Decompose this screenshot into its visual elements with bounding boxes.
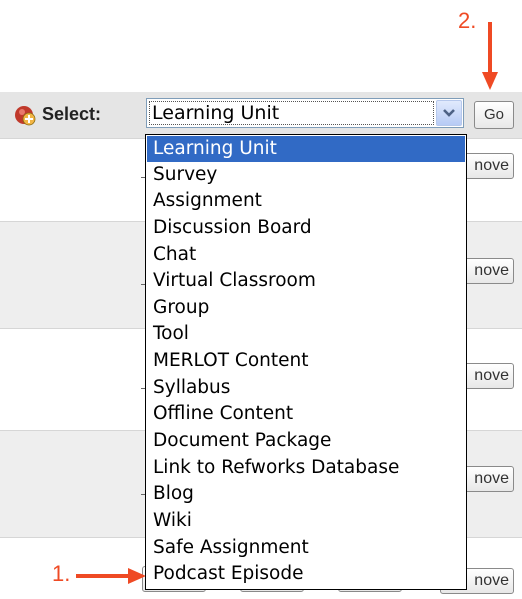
option-virtual-classroom[interactable]: Virtual Classroom	[147, 268, 465, 294]
option-offline-content[interactable]: Offline Content	[147, 401, 465, 427]
option-safe-assignment[interactable]: Safe Assignment	[147, 535, 465, 561]
select-dropdown-button[interactable]	[436, 100, 462, 126]
option-link-to-refworks-database[interactable]: Link to Refworks Database	[147, 455, 465, 481]
annotation-step-1-label: 1.	[52, 561, 71, 586]
option-syllabus[interactable]: Syllabus	[147, 375, 465, 401]
remove-button-label: nove	[474, 470, 509, 487]
option-assignment[interactable]: Assignment	[147, 188, 465, 214]
option-document-package[interactable]: Document Package	[147, 428, 465, 454]
annotation-step-2-label: 2.	[458, 8, 477, 33]
annotation-arrow-right-icon	[76, 568, 146, 584]
content-type-select[interactable]: Learning Unit	[146, 98, 464, 128]
add-item-icon[interactable]	[14, 104, 36, 126]
option-chat[interactable]: Chat	[147, 242, 465, 268]
page: 2. Select: Learning Unit Go nove nove no…	[0, 0, 522, 599]
option-blog[interactable]: Blog	[147, 481, 465, 507]
remove-button-label: nove	[474, 262, 509, 279]
option-merlot-content[interactable]: MERLOT Content	[147, 348, 465, 374]
select-current-value: Learning Unit	[152, 102, 280, 124]
option-tool[interactable]: Tool	[147, 321, 465, 347]
option-wiki[interactable]: Wiki	[147, 508, 465, 534]
chevron-down-icon	[443, 109, 455, 117]
content-type-dropdown-list: Learning Unit Survey Assignment Discussi…	[145, 134, 467, 590]
option-discussion-board[interactable]: Discussion Board	[147, 215, 465, 241]
remove-button-label: nove	[474, 572, 509, 589]
option-learning-unit[interactable]: Learning Unit	[147, 136, 465, 162]
remove-button-label: nove	[474, 157, 509, 174]
option-podcast-episode[interactable]: Podcast Episode	[147, 561, 465, 587]
annotation-arrow-down-icon	[482, 22, 498, 90]
option-survey[interactable]: Survey	[147, 162, 465, 188]
option-group[interactable]: Group	[147, 295, 465, 321]
go-button[interactable]: Go	[474, 101, 514, 129]
remove-button-label: nove	[474, 367, 509, 384]
select-label: Select:	[42, 104, 102, 124]
